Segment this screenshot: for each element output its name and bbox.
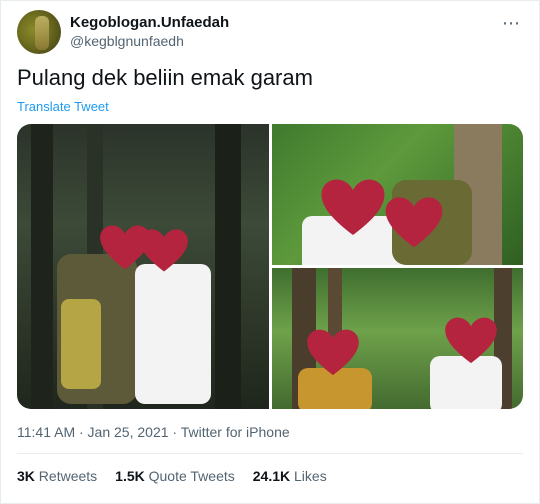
retweets-count: 3K (17, 468, 35, 484)
divider (17, 453, 523, 454)
likes-label: Likes (294, 468, 327, 484)
quote-tweets-stat[interactable]: 1.5K Quote Tweets (115, 468, 235, 484)
display-name[interactable]: Kegoblogan.Unfaedah (70, 14, 229, 31)
quote-tweets-label: Quote Tweets (148, 468, 235, 484)
tweet-timestamp[interactable]: 11:41 AM · Jan 25, 2021 · Twitter for iP… (17, 424, 290, 440)
photo-3[interactable] (272, 268, 523, 409)
quote-tweets-count: 1.5K (115, 468, 145, 484)
photo-2[interactable] (272, 124, 523, 265)
photo-1[interactable] (17, 124, 269, 409)
translate-tweet-link[interactable]: Translate Tweet (17, 99, 109, 114)
avatar[interactable] (17, 10, 61, 54)
heart-sticker-icon (384, 196, 444, 250)
tweet-text: Pulang dek beliin emak garam (17, 65, 313, 90)
heart-sticker-icon (320, 178, 386, 238)
likes-count: 24.1K (252, 468, 291, 484)
heart-sticker-icon (139, 228, 189, 274)
heart-sticker-icon (306, 328, 360, 378)
engagement-stats: 3K Retweets 1.5K Quote Tweets 24.1K Like… (17, 468, 327, 484)
retweets-stat[interactable]: 3K Retweets (17, 468, 97, 484)
more-icon[interactable]: ⋯ (502, 13, 521, 34)
tweet-card: Kegoblogan.Unfaedah @kegblgnunfaedh ⋯ Pu… (0, 0, 540, 504)
media-grid (17, 124, 523, 409)
heart-sticker-icon (444, 316, 498, 366)
likes-stat[interactable]: 24.1K Likes (253, 468, 327, 484)
user-handle[interactable]: @kegblgnunfaedh (70, 33, 184, 49)
retweets-label: Retweets (38, 468, 98, 484)
